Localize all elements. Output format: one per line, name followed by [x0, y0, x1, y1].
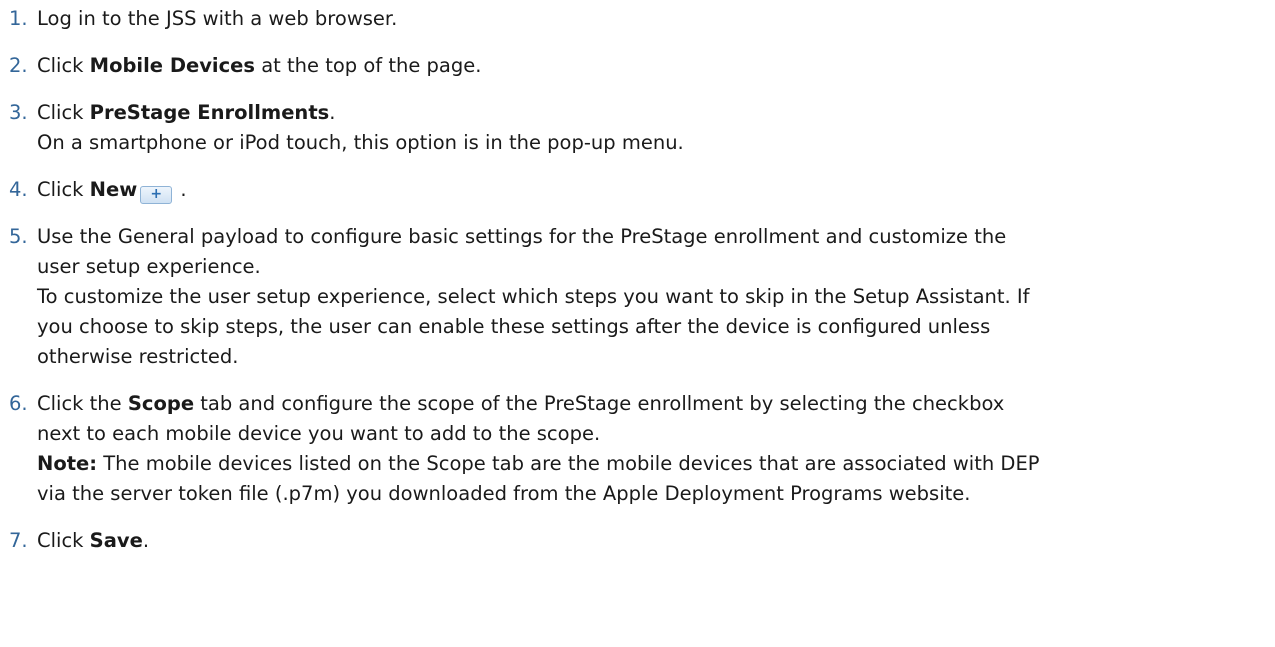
- step-number: 7.: [9, 529, 28, 552]
- step-1: 1. Log in to the JSS with a web browser.: [0, 4, 1275, 34]
- step-number: 4.: [9, 178, 28, 201]
- step-number: 5.: [9, 225, 28, 248]
- step-6: 6. Click the Scope tab and configure the…: [0, 389, 1275, 509]
- step-subtext-line-1: To customize the user setup experience, …: [37, 285, 1030, 308]
- step-2: 2. Click Mobile Devices at the top of th…: [0, 51, 1275, 81]
- step-7: 7. Click Save.: [0, 526, 1275, 556]
- ui-label-new: New: [89, 178, 138, 201]
- text-post: .: [329, 101, 336, 124]
- steps-list: 1. Log in to the JSS with a web browser.…: [0, 4, 1275, 556]
- plus-button-icon: +: [140, 186, 173, 204]
- ui-label-save: Save: [89, 529, 143, 552]
- step-text: Log in to the JSS with a web browser.: [37, 7, 398, 30]
- step-number: 3.: [9, 101, 28, 124]
- text-pre: Click: [37, 178, 90, 201]
- step-5: 5. Use the General payload to configure …: [0, 222, 1275, 372]
- text-post: .: [142, 529, 150, 552]
- step-number: 1.: [9, 7, 28, 30]
- text-pre: Click: [37, 529, 90, 552]
- text-post: at the top of the page.: [255, 54, 482, 77]
- step-3: 3. Click PreStage Enrollments. On a smar…: [0, 98, 1275, 158]
- step-4: 4. Click New + .: [0, 175, 1275, 205]
- text-pre: Click: [37, 101, 90, 124]
- ui-label-scope: Scope: [127, 392, 195, 415]
- step-number: 6.: [9, 392, 28, 415]
- document: 1. Log in to the JSS with a web browser.…: [0, 0, 1275, 556]
- note-line-1: Note: The mobile devices listed on the S…: [37, 449, 1275, 479]
- note-line-2: via the server token file (.p7m) you dow…: [37, 482, 971, 505]
- step-text: Click Mobile Devices at the top of the p…: [37, 51, 1275, 81]
- ui-label-mobile-devices: Mobile Devices: [89, 54, 256, 77]
- step-text: Click PreStage Enrollments.: [37, 98, 1275, 128]
- step-number: 2.: [9, 54, 28, 77]
- note-label: Note:: [37, 452, 98, 475]
- step-text-line-1: Use the General payload to configure bas…: [37, 225, 1007, 248]
- step-subtext: On a smartphone or iPod touch, this opti…: [37, 131, 684, 154]
- ui-label-prestage-enrollments: PreStage Enrollments: [89, 101, 330, 124]
- text-post: tab and configure the scope of the PreSt…: [194, 392, 1005, 415]
- step-subtext-line-2: you choose to skip steps, the user can e…: [37, 315, 991, 338]
- text-post: .: [174, 178, 187, 201]
- step-text: Click Save.: [37, 526, 1275, 556]
- step-text: Click New + .: [37, 175, 1275, 205]
- text-pre: Click: [37, 54, 90, 77]
- step-text-line-2: next to each mobile device you want to a…: [37, 422, 601, 445]
- step-text-line-2: user setup experience.: [37, 255, 261, 278]
- step-subtext-line-3: otherwise restricted.: [37, 345, 239, 368]
- step-text-line-1: Click the Scope tab and configure the sc…: [37, 389, 1275, 419]
- text-pre: Click the: [37, 392, 128, 415]
- note-text: The mobile devices listed on the Scope t…: [97, 452, 1040, 475]
